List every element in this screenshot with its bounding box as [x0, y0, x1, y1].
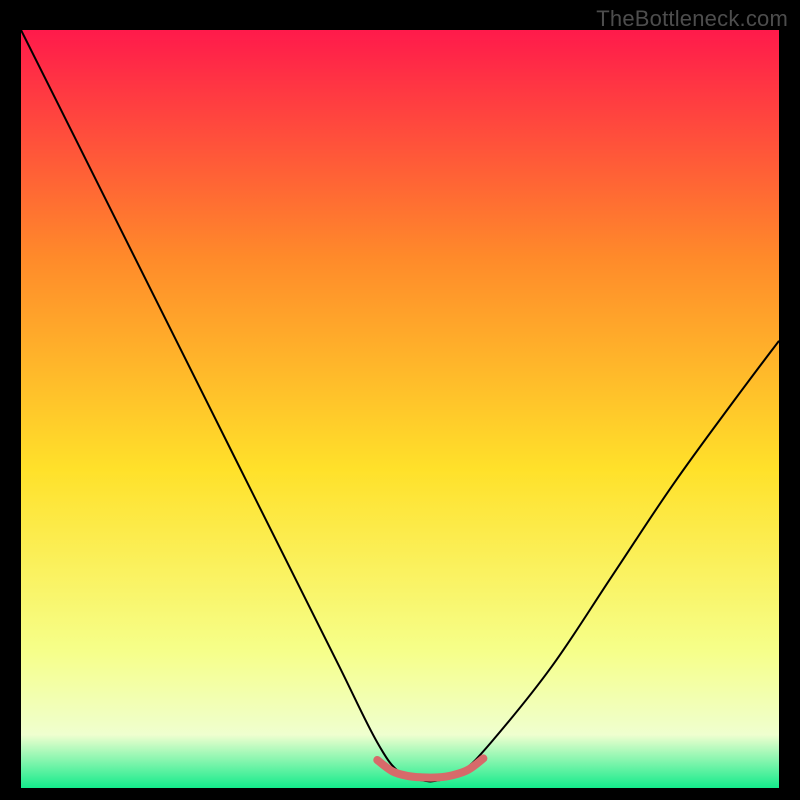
bottleneck-chart	[21, 30, 779, 788]
gradient-background	[21, 30, 779, 788]
watermark-text: TheBottleneck.com	[596, 6, 788, 32]
chart-frame: TheBottleneck.com	[0, 0, 800, 800]
plot-area	[21, 30, 779, 788]
